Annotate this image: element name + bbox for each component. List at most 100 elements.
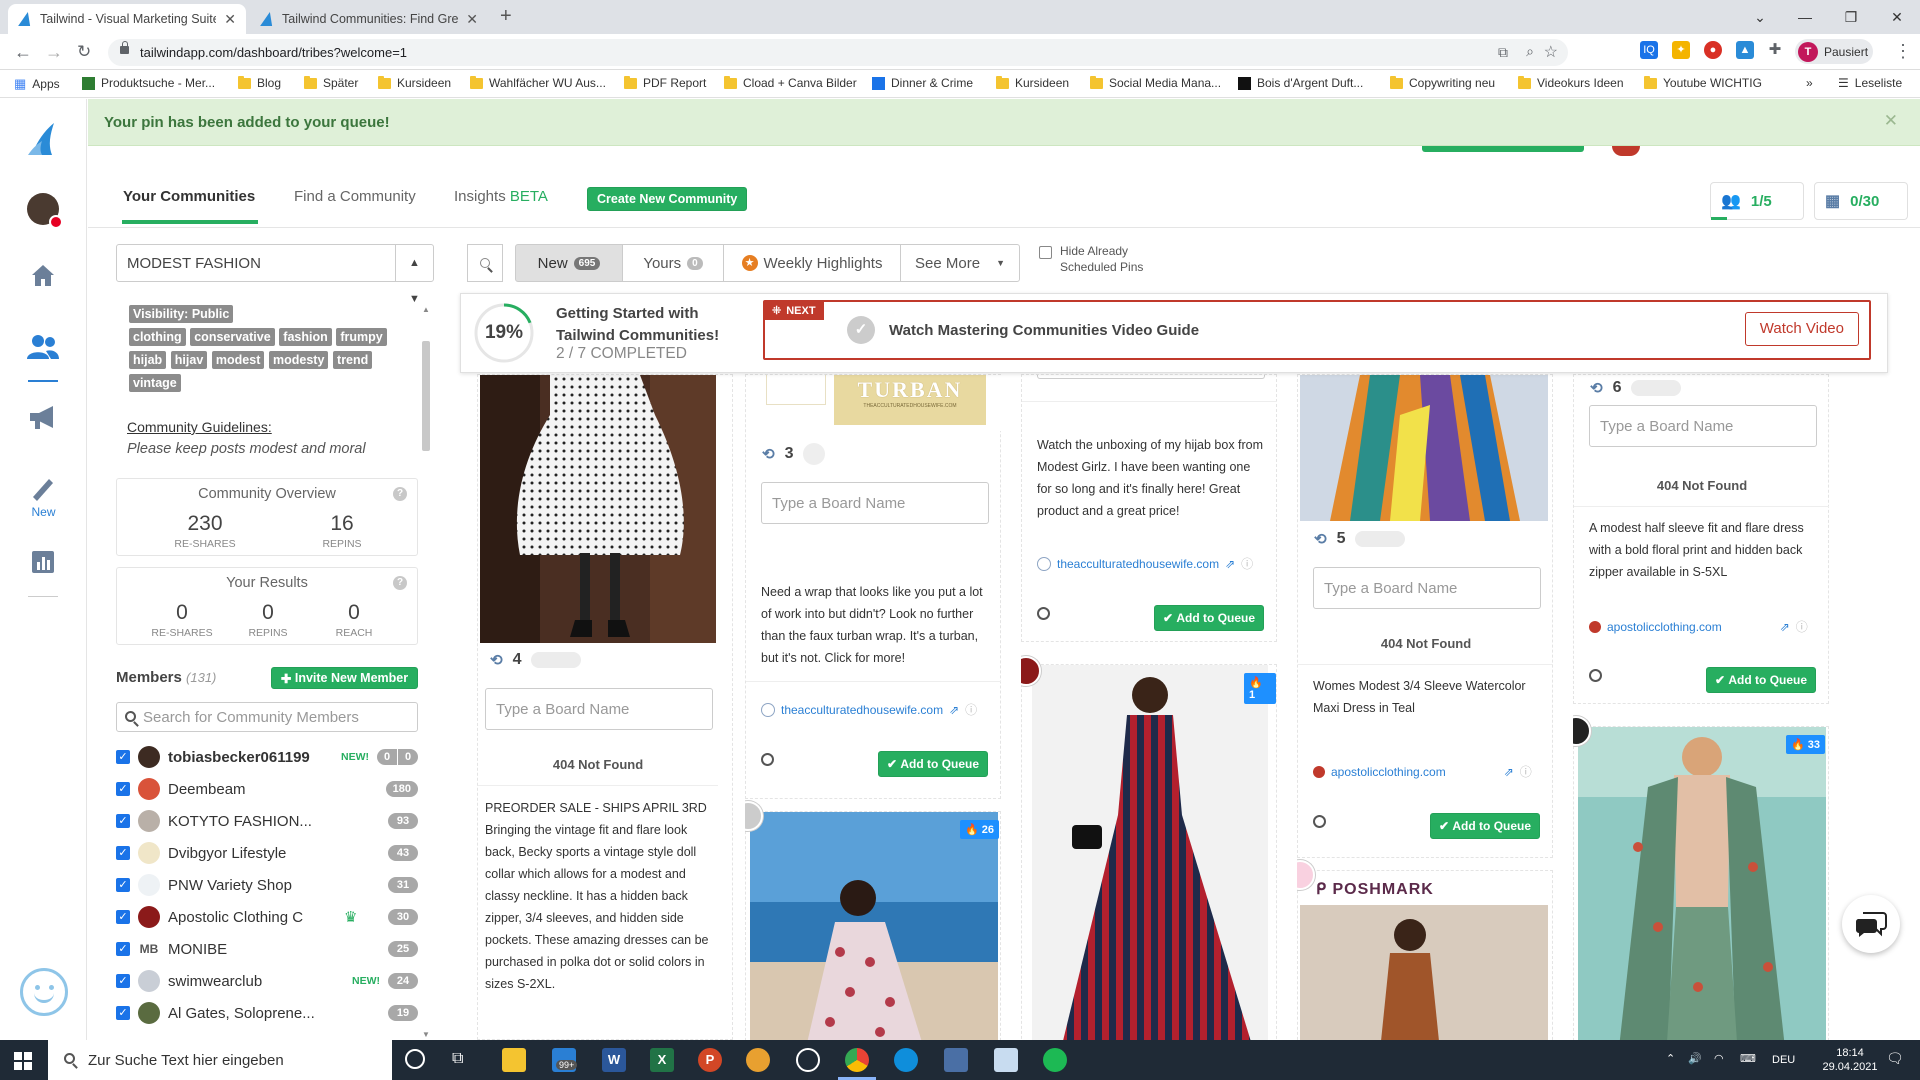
feedback-smiley-icon[interactable]: [20, 968, 68, 1016]
url-bar[interactable]: tailwindapp.com/dashboard/tribes?welcome…: [108, 39, 1568, 66]
app-icon[interactable]: [994, 1048, 1018, 1072]
member-row[interactable]: ✓ tobiasbecker061199 NEW! 00: [116, 745, 418, 769]
bookmark-item[interactable]: Cload + Canva Bilder: [724, 75, 857, 90]
bookmark-item[interactable]: PDF Report: [624, 75, 706, 90]
close-tab-icon[interactable]: ✕: [224, 11, 236, 28]
notifications-icon[interactable]: 🗨: [1886, 1051, 1904, 1065]
app-icon[interactable]: [944, 1048, 968, 1072]
pin-source-link[interactable]: theacculturatedhousewife.com ⇗ ⓘ: [1037, 555, 1253, 572]
pin-image[interactable]: ᑭ POSHMARK: [1300, 871, 1548, 1040]
member-checkbox[interactable]: ✓: [116, 910, 130, 924]
new-tab-icon[interactable]: +: [500, 5, 512, 28]
add-to-queue-button[interactable]: ✔ Add to Queue: [1154, 605, 1265, 631]
analytics-icon[interactable]: [26, 549, 60, 575]
bookmark-item[interactable]: Wahlfächer WU Aus...: [470, 75, 606, 90]
profile-button[interactable]: T Pausiert: [1795, 39, 1873, 64]
info-icon[interactable]: ⓘ: [965, 701, 977, 718]
tailwind-logo-icon[interactable]: [26, 121, 60, 157]
bookmark-star-icon[interactable]: ☆: [1544, 42, 1558, 62]
language-indicator[interactable]: DEU: [1772, 1053, 1795, 1067]
sidebar-scrollbar[interactable]: ▲ ▼: [420, 301, 432, 1043]
schedule-clock-icon[interactable]: [1313, 815, 1326, 828]
bookmark-item[interactable]: Videokurs Ideen: [1518, 75, 1624, 90]
filter-yours[interactable]: Yours 0: [622, 244, 724, 282]
pen-new-icon[interactable]: [26, 475, 60, 503]
board-name-input[interactable]: Type a Board Name: [485, 688, 713, 730]
close-banner-icon[interactable]: ✕: [1884, 111, 1898, 131]
member-row[interactable]: ✓ Deembeam 180: [116, 777, 418, 801]
cortana-icon[interactable]: [405, 1049, 425, 1069]
board-name-input[interactable]: Type a Board Name: [1589, 405, 1817, 447]
home-icon[interactable]: [26, 261, 60, 289]
bookmark-item[interactable]: Produktsuche - Mer...: [82, 76, 215, 90]
pin-image[interactable]: [480, 375, 716, 643]
add-to-queue-button[interactable]: ✔ Add to Queue: [1706, 667, 1817, 693]
create-community-button[interactable]: Create New Community: [587, 187, 748, 211]
member-checkbox[interactable]: ✓: [116, 782, 130, 796]
member-row[interactable]: ✓ PNW Variety Shop 31: [116, 873, 418, 897]
pin-source-link[interactable]: theacculturatedhousewife.com ⇗ ⓘ: [761, 701, 977, 718]
pin-source-link[interactable]: apostolicclothing.com ⇗ ⓘ: [1313, 763, 1532, 780]
add-to-queue-button[interactable]: ✔ Add to Queue: [1430, 813, 1541, 839]
member-limit-counter[interactable]: 👥 1/5: [1710, 182, 1804, 220]
volume-icon[interactable]: 🔊: [1688, 1052, 1702, 1066]
member-checkbox[interactable]: ✓: [116, 878, 130, 892]
help-icon[interactable]: ?: [393, 487, 407, 501]
communities-icon[interactable]: [26, 333, 60, 361]
extension-icon[interactable]: ✦: [1672, 41, 1690, 59]
bookmark-item[interactable]: Blog: [238, 75, 281, 90]
member-row[interactable]: ✓ Al Gates, Soloprene... 19: [116, 1001, 418, 1025]
scroll-up-icon[interactable]: ▲: [422, 305, 430, 314]
zoom-icon[interactable]: ⌕: [1526, 43, 1534, 60]
clock[interactable]: 18:14 29.04.2021: [1810, 1046, 1890, 1074]
info-icon[interactable]: ⓘ: [1796, 618, 1808, 635]
nav-new-label[interactable]: New: [0, 505, 87, 519]
translate-icon[interactable]: ⧉: [1498, 44, 1508, 61]
board-name-input[interactable]: [1037, 375, 1265, 379]
board-name-input[interactable]: Type a Board Name: [1313, 567, 1541, 609]
member-row[interactable]: ✓ Apostolic Clothing C ♛ 30: [116, 905, 418, 929]
info-icon[interactable]: ⓘ: [1520, 763, 1532, 780]
filter-new[interactable]: New 695: [515, 244, 623, 282]
member-checkbox[interactable]: ✓: [116, 1006, 130, 1020]
tab-find-a-community[interactable]: Find a Community: [294, 188, 416, 205]
pin-source-link[interactable]: apostolicclothing.com ⇗ ⓘ: [1589, 618, 1808, 635]
member-checkbox[interactable]: ✓: [116, 814, 130, 828]
megaphone-icon[interactable]: [26, 404, 60, 430]
browser-tab-active[interactable]: Tailwind - Visual Marketing Suite ✕: [8, 4, 246, 34]
bookmark-item[interactable]: Social Media Mana...: [1090, 75, 1221, 90]
next-step-card[interactable]: ⁜ NEXT ✓ Watch Mastering Communities Vide…: [763, 300, 1871, 360]
member-checkbox[interactable]: ✓: [116, 750, 130, 764]
minimize-icon[interactable]: —: [1782, 0, 1828, 34]
app-icon[interactable]: [746, 1048, 770, 1072]
windows-start-icon[interactable]: [14, 1052, 32, 1070]
browser-tab[interactable]: Tailwind Communities: Find Grea ✕: [250, 4, 488, 34]
member-row[interactable]: ✓ MB MONIBE 25: [116, 937, 418, 961]
tab-your-communities[interactable]: Your Communities: [123, 188, 255, 205]
info-icon[interactable]: ⓘ: [1241, 555, 1253, 572]
scrollbar-thumb[interactable]: [422, 341, 430, 451]
tray-chevron-icon[interactable]: ⌃: [1666, 1052, 1675, 1066]
member-row[interactable]: ✓ swimwearclub NEW! 24: [116, 969, 418, 993]
hide-scheduled-checkbox[interactable]: [1039, 246, 1052, 259]
back-icon[interactable]: ←: [14, 42, 32, 63]
edge-icon[interactable]: [894, 1048, 918, 1072]
bookmarks-overflow-icon[interactable]: »: [1806, 76, 1813, 90]
chrome-icon[interactable]: [845, 1048, 869, 1072]
tab-insights[interactable]: Insights BETA: [454, 188, 548, 205]
external-link-icon[interactable]: ⇗: [1780, 620, 1790, 634]
close-tab-icon[interactable]: ✕: [466, 11, 478, 28]
filter-weekly-highlights[interactable]: ★ Weekly Highlights: [723, 244, 901, 282]
keyboard-icon[interactable]: ⌨: [1740, 1052, 1756, 1066]
pin-image[interactable]: [1578, 727, 1826, 1040]
pin-search-button[interactable]: [467, 244, 503, 282]
app-icon[interactable]: [796, 1048, 820, 1072]
browser-menu-icon[interactable]: ⋮: [1894, 41, 1912, 62]
extension-abp-icon[interactable]: ●: [1704, 41, 1722, 59]
member-row[interactable]: ✓ KOTYTO FASHION... 93: [116, 809, 418, 833]
bookmark-item[interactable]: Dinner & Crime: [872, 76, 973, 90]
pin-limit-counter[interactable]: ▦ 0/30: [1814, 182, 1908, 220]
task-view-icon[interactable]: ⧉: [452, 1050, 463, 1068]
schedule-clock-icon[interactable]: [1037, 607, 1050, 620]
help-icon[interactable]: ?: [393, 576, 407, 590]
